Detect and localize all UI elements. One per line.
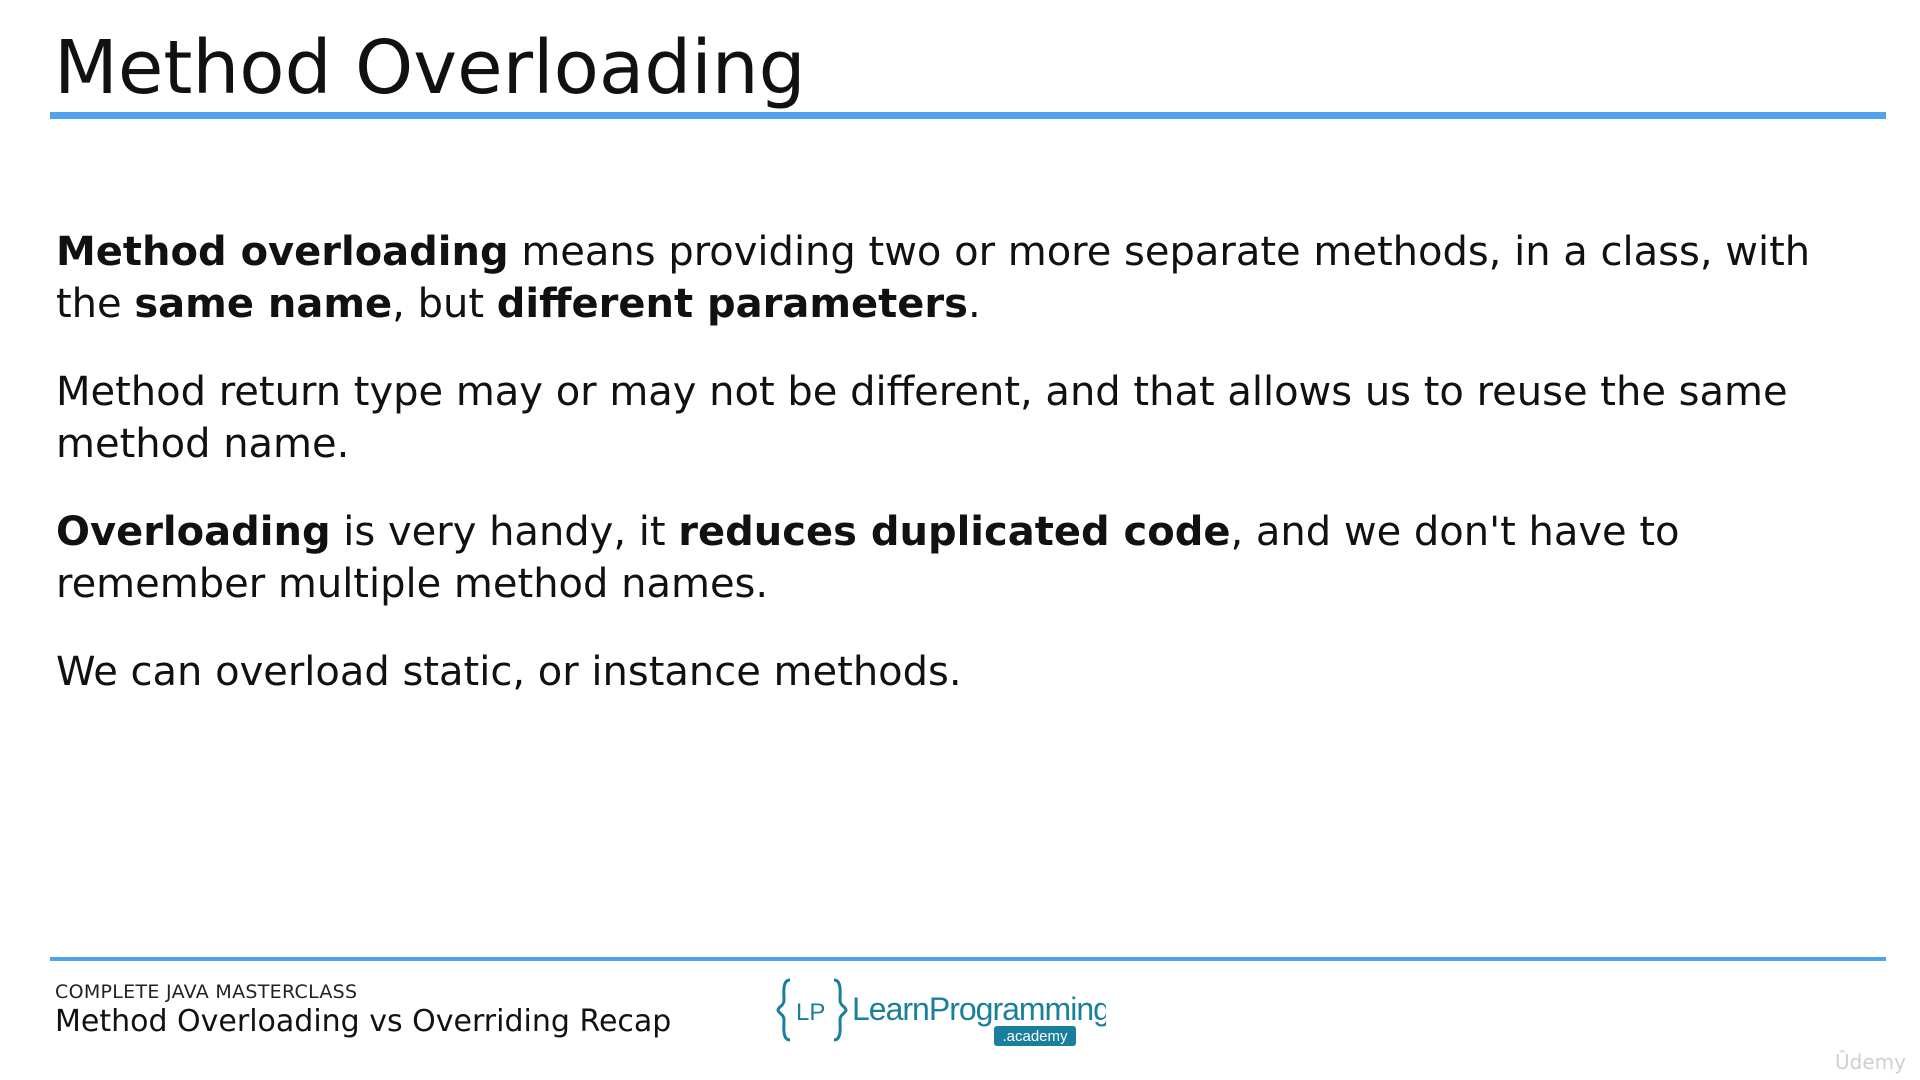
paragraph-benefits: Overloading is very handy, it reduces du… — [56, 506, 1876, 610]
emphasis-text: different parameters — [496, 281, 968, 327]
body-text: is very handy, it — [330, 509, 679, 555]
footer-divider — [50, 957, 1886, 961]
emphasis-text: Overloading — [56, 509, 331, 555]
emphasis-text: Method overloading — [56, 229, 509, 275]
emphasis-text: same name — [134, 281, 393, 327]
lecture-name: Method Overloading vs Overriding Recap — [55, 1004, 672, 1039]
body-text: Method return type may or may not be dif… — [56, 369, 1788, 467]
emphasis-text: reduces duplicated code — [678, 509, 1231, 555]
paragraph-return-type: Method return type may or may not be dif… — [56, 366, 1876, 470]
slide: Method Overloading Method overloading me… — [0, 0, 1920, 1080]
body-text: , but — [392, 281, 497, 327]
course-name: COMPLETE JAVA MASTERCLASS — [55, 981, 358, 1003]
svg-text:LP: LP — [796, 999, 825, 1026]
learnprogramming-logo: LP LearnProgramming .academy — [776, 978, 1106, 1046]
paragraph-static-instance: We can overload static, or instance meth… — [56, 646, 1876, 698]
paragraph-definition: Method overloading means providing two o… — [56, 226, 1876, 330]
slide-body: Method overloading means providing two o… — [56, 226, 1876, 734]
slide-title: Method Overloading — [54, 25, 806, 111]
body-text: We can overload static, or instance meth… — [56, 649, 962, 695]
logo-wordmark: LearnProgramming — [852, 991, 1106, 1027]
title-divider — [50, 112, 1886, 119]
body-text: . — [967, 281, 981, 327]
logo-tag: .academy — [1002, 1028, 1068, 1045]
udemy-watermark: Ûdemy — [1835, 1050, 1906, 1074]
